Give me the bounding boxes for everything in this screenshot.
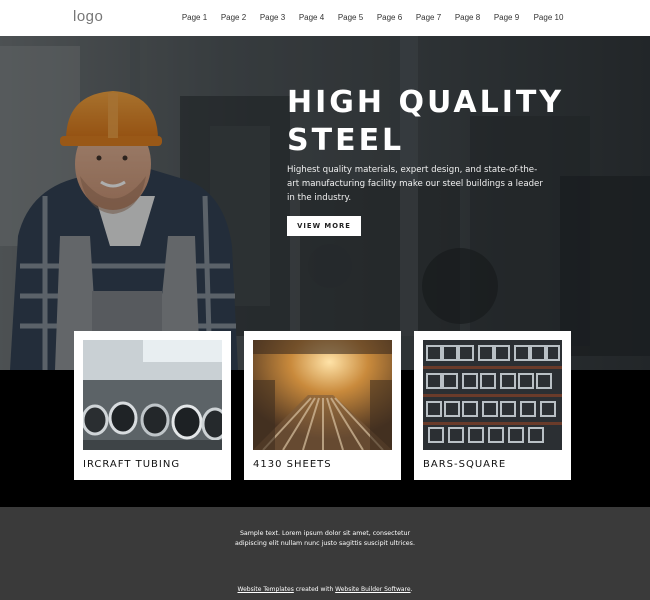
product-card-sheets[interactable]: 4130 SHEETS xyxy=(244,331,401,480)
site-logo[interactable]: logo xyxy=(73,8,103,25)
product-card-bars[interactable]: BARS-SQUARE xyxy=(414,331,571,480)
hero-title: HIGH QUALITY STEEL xyxy=(287,84,587,160)
footer-credit: Website Templates created with Website B… xyxy=(0,586,650,593)
product-card-tubing[interactable]: IRCRAFT TUBING xyxy=(74,331,231,480)
view-more-button[interactable]: VIEW MORE xyxy=(287,216,361,236)
nav-item-page-8[interactable]: Page 8 xyxy=(448,13,487,22)
footer-text: Sample text. Lorem ipsum dolor sit amet,… xyxy=(0,529,650,549)
product-card-label: IRCRAFT TUBING xyxy=(83,459,181,470)
footer-text-line-2: adipiscing elit nullam nunc justo sagitt… xyxy=(235,540,415,547)
nav-item-page-5[interactable]: Page 5 xyxy=(331,13,370,22)
nav-item-page-2[interactable]: Page 2 xyxy=(214,13,253,22)
tubing-image xyxy=(83,340,222,450)
site-footer: Sample text. Lorem ipsum dolor sit amet,… xyxy=(0,507,650,600)
nav-item-page-4[interactable]: Page 4 xyxy=(292,13,331,22)
website-templates-link[interactable]: Website Templates xyxy=(238,586,294,593)
site-header: logo Page 1 Page 2 Page 3 Page 4 Page 5 … xyxy=(0,0,650,36)
website-builder-link[interactable]: Website Builder Software xyxy=(335,586,410,593)
nav-item-page-3[interactable]: Page 3 xyxy=(253,13,292,22)
footer-credit-end: . xyxy=(410,586,413,593)
product-card-label: 4130 SHEETS xyxy=(253,459,332,470)
sheets-image xyxy=(253,340,392,450)
nav-item-page-6[interactable]: Page 6 xyxy=(370,13,409,22)
footer-credit-mid: created with xyxy=(293,586,336,593)
hero-title-line-1: HIGH QUALITY xyxy=(287,85,565,120)
nav-item-page-9[interactable]: Page 9 xyxy=(487,13,526,22)
product-card-label: BARS-SQUARE xyxy=(423,459,507,470)
hero-description: Highest quality materials, expert design… xyxy=(287,165,543,203)
hero-section: HIGH QUALITY STEEL Highest quality mater… xyxy=(0,36,650,370)
nav-item-page-7[interactable]: Page 7 xyxy=(409,13,448,22)
bars-image xyxy=(423,340,562,450)
main-nav: Page 1 Page 2 Page 3 Page 4 Page 5 Page … xyxy=(175,13,571,22)
hero-title-line-2: STEEL xyxy=(287,123,405,158)
nav-item-page-10[interactable]: Page 10 xyxy=(526,13,571,22)
footer-text-line-1: Sample text. Lorem ipsum dolor sit amet,… xyxy=(239,530,411,537)
nav-item-page-1[interactable]: Page 1 xyxy=(175,13,214,22)
